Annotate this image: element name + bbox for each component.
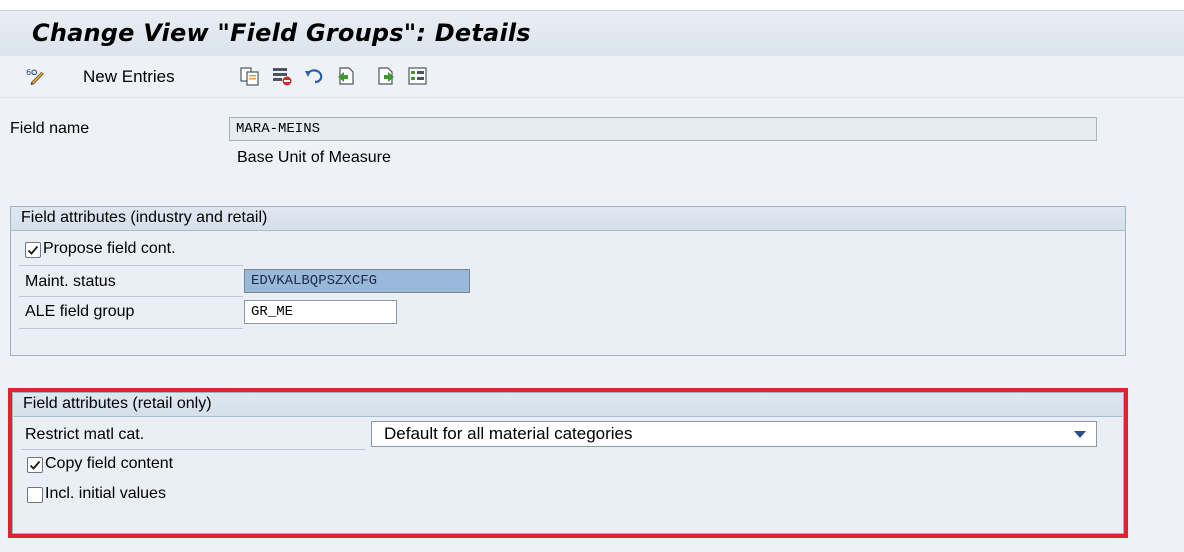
chevron-down-icon[interactable] bbox=[1074, 431, 1086, 438]
group-retail-only-title: Field attributes (retail only) bbox=[13, 393, 1123, 417]
propose-field-label: Propose field cont. bbox=[43, 240, 176, 257]
maint-status-input[interactable]: EDVKALBQPSZXCFG bbox=[244, 269, 470, 293]
incl-initial-values-checkbox[interactable] bbox=[27, 487, 43, 503]
field-name-input[interactable]: MARA-MEINS bbox=[229, 117, 1097, 141]
incl-initial-values-label: Incl. initial values bbox=[45, 485, 166, 502]
toolbar: 6 New Entries bbox=[0, 56, 1184, 98]
detail-panel: Field name MARA-MEINS Base Unit of Measu… bbox=[0, 98, 1184, 552]
svg-text:6: 6 bbox=[26, 67, 31, 77]
title-bar: Change View "Field Groups": Details bbox=[0, 10, 1184, 56]
select-all-icon[interactable] bbox=[408, 66, 428, 86]
restrict-matl-cat-select[interactable]: Default for all material categories bbox=[371, 421, 1097, 447]
propose-field-checkbox[interactable] bbox=[25, 242, 41, 258]
row-divider bbox=[19, 265, 243, 266]
group-industry-retail-title: Field attributes (industry and retail) bbox=[11, 207, 1125, 231]
content-area: Field name MARA-MEINS Base Unit of Measu… bbox=[0, 98, 1184, 552]
display-change-icon[interactable]: 6 bbox=[26, 66, 46, 86]
undo-icon[interactable] bbox=[304, 66, 324, 86]
delete-icon[interactable] bbox=[272, 66, 292, 86]
previous-entry-icon[interactable] bbox=[336, 66, 356, 86]
maint-status-label: Maint. status bbox=[25, 273, 116, 290]
group-industry-retail: Field attributes (industry and retail) P… bbox=[10, 206, 1126, 356]
copy-field-content-checkbox[interactable] bbox=[27, 457, 43, 473]
checkmark-icon bbox=[29, 460, 41, 470]
checkmark-icon bbox=[27, 245, 39, 255]
next-entry-icon[interactable] bbox=[376, 66, 396, 86]
restrict-matl-cat-value: Default for all material categories bbox=[384, 424, 633, 443]
copy-icon[interactable] bbox=[240, 66, 260, 86]
ale-field-group-input[interactable]: GR_ME bbox=[244, 300, 397, 324]
field-description: Base Unit of Measure bbox=[237, 149, 391, 166]
row-divider bbox=[21, 449, 366, 450]
new-entries-button[interactable]: New Entries bbox=[83, 67, 175, 87]
row-divider bbox=[19, 296, 243, 297]
restrict-matl-cat-label: Restrict matl cat. bbox=[25, 426, 145, 443]
group-retail-only: Field attributes (retail only) Restrict … bbox=[12, 392, 1124, 534]
copy-field-content-label: Copy field content bbox=[45, 455, 174, 472]
field-name-label: Field name bbox=[10, 120, 90, 137]
row-divider bbox=[19, 328, 243, 329]
ale-field-group-label: ALE field group bbox=[25, 303, 135, 320]
page-title: Change View "Field Groups": Details bbox=[32, 19, 531, 47]
